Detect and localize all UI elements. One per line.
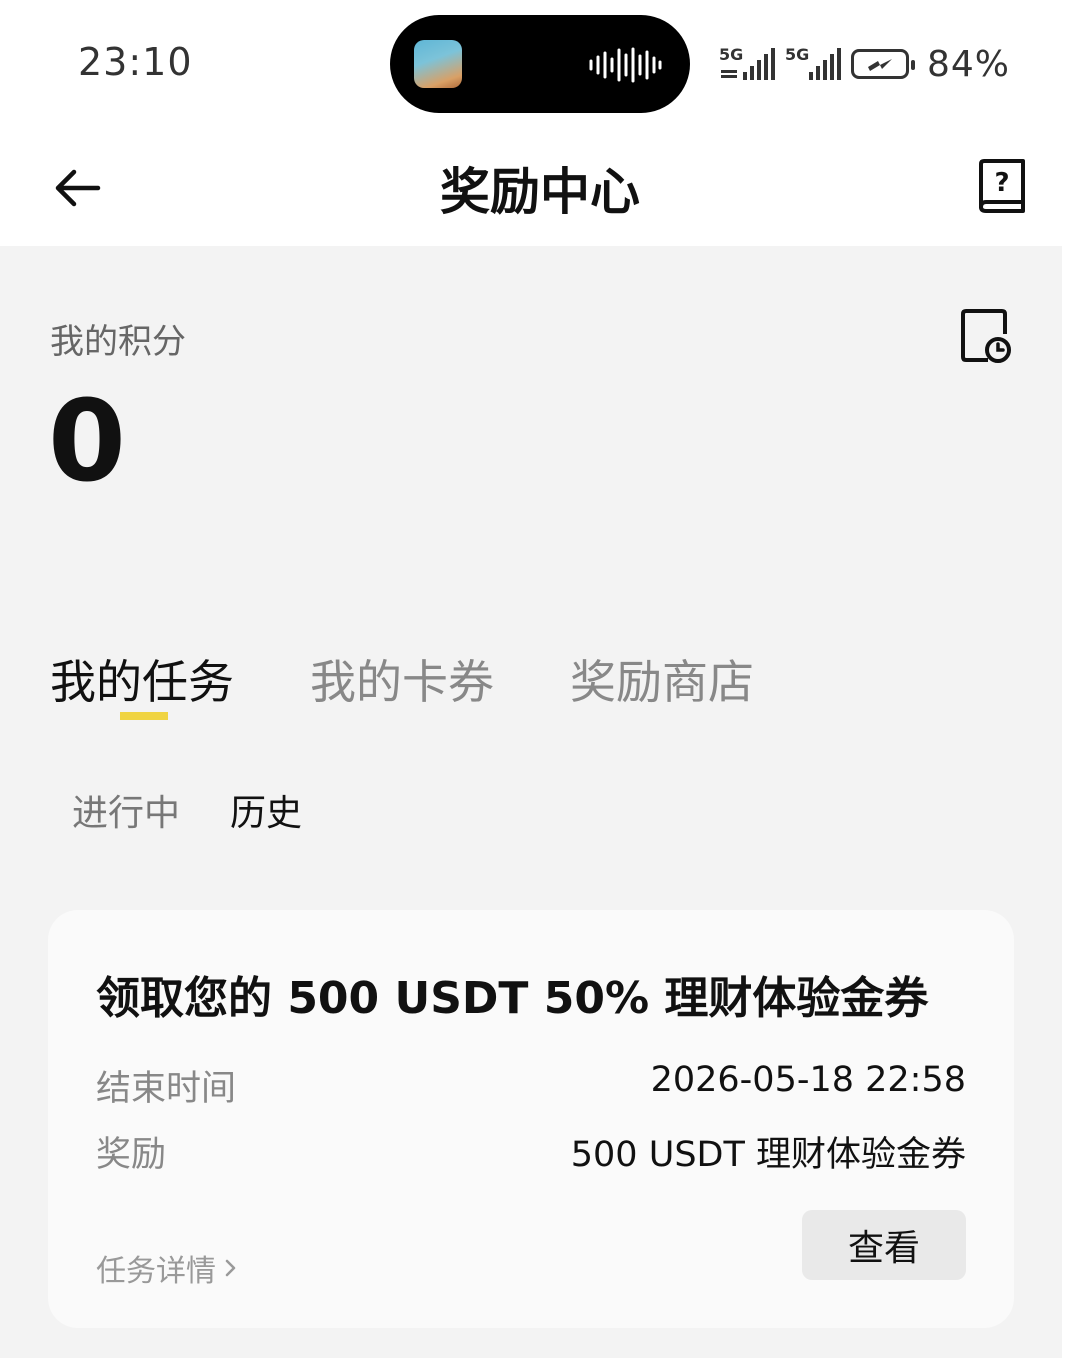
task-title: 领取您的 500 USDT 50% 理财体验金券 [96,973,929,1024]
signal-5g-icon: 5G [719,45,775,80]
network-type-2: 5G [785,45,809,64]
signal-5g-icon-2: 5G [785,45,841,80]
points-label: 我的积分 [50,322,186,362]
now-playing-artwork[interactable] [414,40,462,88]
app-header: 奖励中心 ? [0,130,1080,246]
help-book-icon[interactable]: ? [976,158,1028,214]
right-edge-strip [1062,246,1080,1358]
main-tabs: 我的任务 我的卡券 奖励商店 [50,646,830,720]
task-card: 领取您的 500 USDT 50% 理财体验金券 结束时间 2026-05-18… [48,910,1014,1328]
page-title: 奖励中心 [440,163,640,221]
task-details-label: 任务详情 [96,1254,216,1289]
tab-my-coupons[interactable]: 我的卡券 [310,646,494,720]
reward-value: 500 USDT 理财体验金券 [570,1135,966,1175]
task-subtabs: 进行中 历史 [72,784,302,836]
end-time-value: 2026-05-18 22:58 [650,1060,966,1100]
battery-percentage: 84% [926,43,1010,85]
end-time-label: 结束时间 [96,1069,237,1109]
battery-icon [850,49,915,79]
subtab-in-progress[interactable]: 进行中 [72,784,180,836]
tab-my-tasks[interactable]: 我的任务 [50,646,234,720]
points-history-icon[interactable] [958,306,1016,366]
network-type-1: 5G [719,45,743,64]
subtab-history[interactable]: 历史 [230,784,302,836]
status-time: 23:10 [78,40,193,84]
charging-bolt-icon [867,59,892,71]
dynamic-island[interactable] [390,15,690,113]
reward-label: 奖励 [96,1135,167,1175]
view-button[interactable]: 查看 [802,1210,966,1280]
chevron-right-icon [225,1259,236,1277]
tab-rewards-store[interactable]: 奖励商店 [570,646,754,720]
svg-text:?: ? [994,168,1009,198]
status-bar: 23:10 5G 5G 84% [0,0,1080,130]
rewards-content: 我的积分 0 我的任务 我的卡券 奖励商店 进行中 历史 领取您的 500 US… [0,246,1062,1358]
active-tab-indicator [120,712,168,720]
status-icons: 5G 5G 84% [719,42,1010,86]
task-details-link[interactable]: 任务详情 [96,1246,238,1290]
points-value: 0 [48,377,126,507]
audio-waveform-icon [589,47,662,83]
